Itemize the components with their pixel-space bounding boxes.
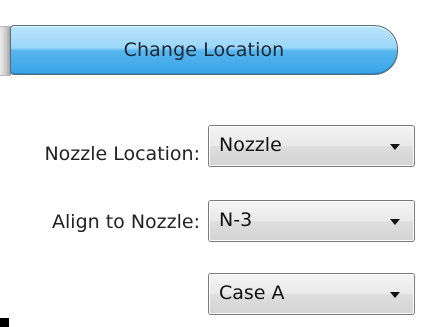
align-to-nozzle-label: Align to Nozzle: bbox=[52, 211, 200, 233]
corner-marker bbox=[0, 318, 9, 327]
chevron-down-icon bbox=[390, 219, 400, 225]
chevron-down-icon bbox=[390, 144, 400, 150]
case-select-value: Case A bbox=[219, 282, 285, 304]
align-to-nozzle-select[interactable]: N-3 bbox=[208, 200, 415, 242]
chevron-down-icon bbox=[390, 292, 400, 298]
change-location-button[interactable]: Change Location bbox=[10, 25, 398, 75]
nozzle-location-label: Nozzle Location: bbox=[44, 143, 200, 165]
align-to-nozzle-select-value: N-3 bbox=[219, 209, 253, 231]
case-select[interactable]: Case A bbox=[208, 273, 415, 315]
location-panel: Change Location Nozzle Location: Nozzle … bbox=[0, 0, 440, 327]
nozzle-location-select[interactable]: Nozzle bbox=[208, 125, 415, 167]
nozzle-location-select-value: Nozzle bbox=[219, 134, 282, 156]
change-location-button-label: Change Location bbox=[123, 39, 285, 61]
